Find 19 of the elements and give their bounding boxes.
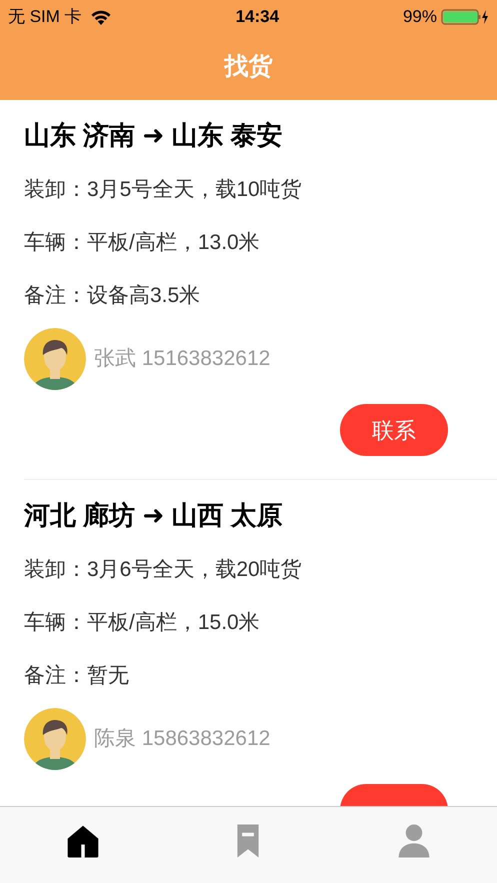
contact-text: 陈泉 15863832612 bbox=[94, 726, 270, 752]
avatar-icon bbox=[24, 708, 86, 770]
page-title: 找货 bbox=[224, 52, 272, 82]
detail-text: 装卸：3月5号全天，载10吨货 bbox=[24, 177, 303, 203]
clock-time: 14:34 bbox=[236, 6, 280, 28]
avatar-icon bbox=[24, 328, 86, 390]
detail-text: 车辆：平板/高栏，13.0米 bbox=[24, 230, 261, 256]
route-title: 山东 济南 ➜ 山东 泰安 bbox=[24, 119, 284, 152]
route-title: 河北 廊坊 ➜ 山西 太原 bbox=[24, 499, 284, 532]
contact-button[interactable]: 联系 bbox=[340, 404, 448, 456]
battery-percent: 99% bbox=[402, 6, 437, 28]
battery-icon bbox=[441, 8, 489, 26]
detail-text: 备注：暂无 bbox=[24, 663, 130, 689]
detail-text: 车辆：平板/高栏，15.0米 bbox=[24, 610, 261, 636]
contact-text: 张武 15163832612 bbox=[94, 346, 270, 372]
detail-text: 装卸：3月6号全天，载20吨货 bbox=[24, 557, 303, 583]
detail-text: 备注：设备高3.5米 bbox=[24, 283, 202, 309]
carrier-label: 无 SIM 卡 bbox=[8, 6, 82, 28]
wifi-icon bbox=[90, 8, 112, 24]
